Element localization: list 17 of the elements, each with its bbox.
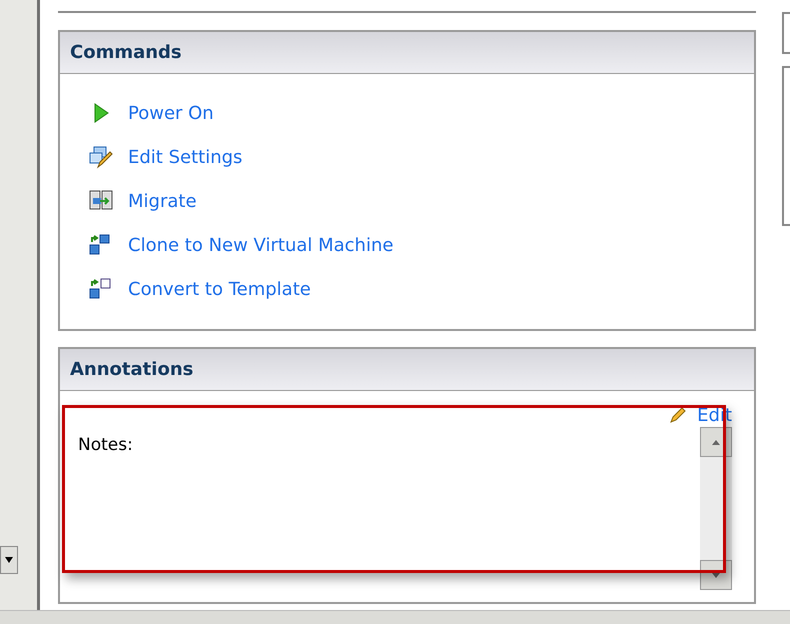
down-arrow-icon (712, 572, 720, 578)
command-link[interactable]: Power On (128, 100, 214, 126)
windows-pencil-icon (88, 145, 114, 169)
scrollbar[interactable] (700, 427, 732, 590)
scroll-arrow-button[interactable] (0, 546, 18, 574)
command-link[interactable]: Migrate (128, 188, 197, 214)
panel-title: Annotations (70, 358, 194, 382)
scroll-up-button[interactable] (700, 427, 732, 457)
side-panel-edge (782, 12, 790, 54)
up-arrow-icon (712, 440, 720, 444)
notes-label: Notes: (78, 435, 133, 455)
down-arrow-icon (5, 557, 13, 563)
pencil-icon (669, 406, 688, 424)
command-link[interactable]: Edit Settings (128, 144, 242, 170)
command-link[interactable]: Clone to New Virtual Machine (128, 232, 394, 258)
command-link[interactable]: Convert to Template (128, 276, 311, 302)
panel-title: Commands (70, 41, 182, 65)
